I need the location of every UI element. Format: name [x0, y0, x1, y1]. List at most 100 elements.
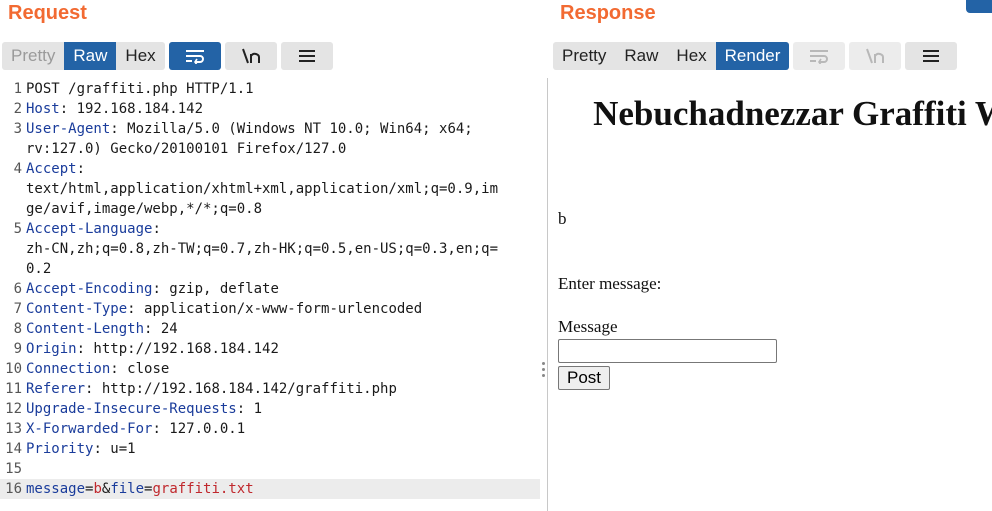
header-name: Content-Type — [26, 301, 128, 317]
editor-line[interactable]: rv:127.0) Gecko/20100101 Firefox/127.0 — [0, 139, 540, 159]
code-text: : http://192.168.184.142/graffiti.php — [85, 381, 397, 397]
editor-line[interactable]: 1 POST /graffiti.php HTTP/1.1 — [0, 79, 540, 99]
line-number: 9 — [13, 341, 22, 357]
request-newline-toggle-button[interactable] — [224, 42, 277, 70]
line-number — [0, 239, 26, 259]
line-code: 0.2 — [26, 259, 51, 279]
editor-line[interactable]: 8 Content-Length: 24 — [0, 319, 540, 339]
line-number: 2 — [13, 101, 22, 117]
line-number — [0, 139, 26, 159]
code-text: POST /graffiti.php HTTP/1.1 — [26, 81, 254, 97]
header-name: Upgrade-Insecure-Requests — [26, 401, 237, 417]
header-name: Connection — [26, 361, 111, 377]
editor-line[interactable]: 11 Referer: http://192.168.184.142/graffi… — [0, 379, 540, 399]
pane-resize-handle[interactable] — [541, 362, 546, 382]
request-title: Request — [8, 2, 87, 24]
editor-line[interactable]: 12 Upgrade-Insecure-Requests: 1 — [0, 399, 540, 419]
graffiti-message: b — [558, 209, 567, 228]
response-tab-raw[interactable]: Raw — [615, 42, 667, 70]
line-number — [0, 179, 26, 199]
header-name: Accept-Language — [26, 221, 153, 237]
code-text: : application/x-www-form-urlencoded — [127, 301, 423, 317]
line-code: Accept-Language: — [26, 219, 161, 239]
line-code: User-Agent: Mozilla/5.0 (Windows NT 10.0… — [26, 119, 473, 139]
menu-icon — [298, 50, 315, 62]
line-number: 12 — [5, 401, 22, 417]
editor-line[interactable]: 0.2 — [0, 259, 540, 279]
header-name: User-Agent — [26, 121, 111, 137]
editor-line[interactable]: 7 Content-Type: application/x-www-form-ur… — [0, 299, 540, 319]
header-name: Origin — [26, 341, 77, 357]
editor-line[interactable]: 5 Accept-Language: — [0, 219, 540, 239]
header-name: Priority — [26, 441, 94, 457]
param-name: file — [110, 481, 145, 497]
line-code: Connection: close — [26, 359, 169, 379]
editor-line[interactable]: 2 Host: 192.168.184.142 — [0, 99, 540, 119]
code-text: : 192.168.184.142 — [59, 101, 204, 117]
line-number: 14 — [5, 441, 22, 457]
code-text: 0.2 — [26, 261, 52, 277]
response-render-view: Nebuchadnezzar Graffiti Wall b Enter mes… — [549, 79, 992, 511]
response-tab-hex[interactable]: Hex — [667, 42, 715, 70]
code-text: : 24 — [144, 321, 178, 337]
line-code: ge/avif,image/webp,*/*;q=0.8 — [26, 199, 262, 219]
request-toolbar: Pretty Raw Hex — [2, 42, 333, 70]
response-wrap-lines-button[interactable] — [793, 42, 846, 70]
request-wrap-lines-button[interactable] — [168, 42, 221, 70]
line-code: message=b&file=graffiti.txt — [26, 479, 254, 499]
post-button[interactable]: Post — [558, 366, 611, 390]
wrap-lines-icon — [810, 50, 829, 64]
header-name: X-Forwarded-For — [26, 421, 153, 437]
message-input[interactable] — [558, 339, 777, 363]
editor-line[interactable]: 13 X-Forwarded-For: 127.0.0.1 — [0, 419, 540, 439]
editor-line[interactable]: text/html,application/xhtml+xml,applicat… — [0, 179, 540, 199]
param-value: b — [93, 481, 102, 497]
code-text: zh-CN,zh;q=0.8,zh-TW;q=0.7,zh-HK;q=0.5,e… — [26, 241, 499, 257]
line-code: zh-CN,zh;q=0.8,zh-TW;q=0.7,zh-HK;q=0.5,e… — [26, 239, 498, 259]
param-name: message — [26, 481, 86, 497]
enter-message-label: Enter message: — [558, 274, 662, 293]
line-code: Host: 192.168.184.142 — [26, 99, 203, 119]
line-code: Referer: http://192.168.184.142/graffiti… — [26, 379, 397, 399]
header-name: Accept-Encoding — [26, 281, 153, 297]
response-newline-toggle-button[interactable] — [849, 42, 902, 70]
response-tab-pretty[interactable]: Pretty — [553, 42, 615, 70]
line-code: Accept-Encoding: gzip, deflate — [26, 279, 279, 299]
request-menu-button[interactable] — [280, 42, 333, 70]
line-code: rv:127.0) Gecko/20100101 Firefox/127.0 — [26, 139, 346, 159]
response-toolbar: Pretty Raw Hex Render — [553, 42, 958, 70]
editor-line[interactable]: ge/avif,image/webp,*/*;q=0.8 — [0, 199, 540, 219]
response-menu-button[interactable] — [905, 42, 958, 70]
editor-line[interactable]: 14 Priority: u=1 — [0, 439, 540, 459]
editor-line[interactable]: 4 Accept: — [0, 159, 540, 179]
request-tab-pretty[interactable]: Pretty — [2, 42, 64, 70]
request-tab-hex[interactable]: Hex — [116, 42, 164, 70]
menu-icon — [923, 50, 940, 62]
line-number — [0, 259, 26, 279]
editor-line[interactable]: 9 Origin: http://192.168.184.142 — [0, 339, 540, 359]
layout-toggle-icon[interactable] — [966, 0, 992, 13]
editor-line[interactable]: 6 Accept-Encoding: gzip, deflate — [0, 279, 540, 299]
editor-line[interactable]: zh-CN,zh;q=0.8,zh-TW;q=0.7,zh-HK;q=0.5,e… — [0, 239, 540, 259]
newline-toggle-icon — [241, 48, 260, 64]
message-field-label: Message — [558, 317, 618, 336]
line-number: 1 — [13, 81, 22, 97]
code-text: : close — [110, 361, 170, 377]
code-text: : u=1 — [93, 441, 136, 457]
request-editor[interactable]: 1 POST /graffiti.php HTTP/1.1 2 Host: 192.1… — [0, 79, 540, 499]
code-text: text/html,application/xhtml+xml,applicat… — [26, 181, 499, 197]
code-text: : Mozilla/5.0 (Windows NT 10.0; Win64; x… — [110, 121, 473, 137]
code-text: : — [152, 221, 161, 237]
editor-line[interactable]: 10 Connection: close — [0, 359, 540, 379]
editor-line[interactable]: 15 — [0, 459, 540, 479]
request-tab-raw[interactable]: Raw — [64, 42, 117, 70]
header-name: Referer — [26, 381, 86, 397]
editor-line[interactable]: 3 User-Agent: Mozilla/5.0 (Windows NT 10.… — [0, 119, 540, 139]
code-text: : 1 — [236, 401, 263, 417]
code-text: : — [76, 161, 86, 177]
editor-line[interactable]: 16 message=b&file=graffiti.txt — [0, 479, 540, 499]
code-text: : gzip, deflate — [152, 281, 279, 297]
line-number: 8 — [13, 321, 22, 337]
line-code: Accept: — [26, 159, 85, 179]
response-tab-render[interactable]: Render — [715, 42, 790, 70]
